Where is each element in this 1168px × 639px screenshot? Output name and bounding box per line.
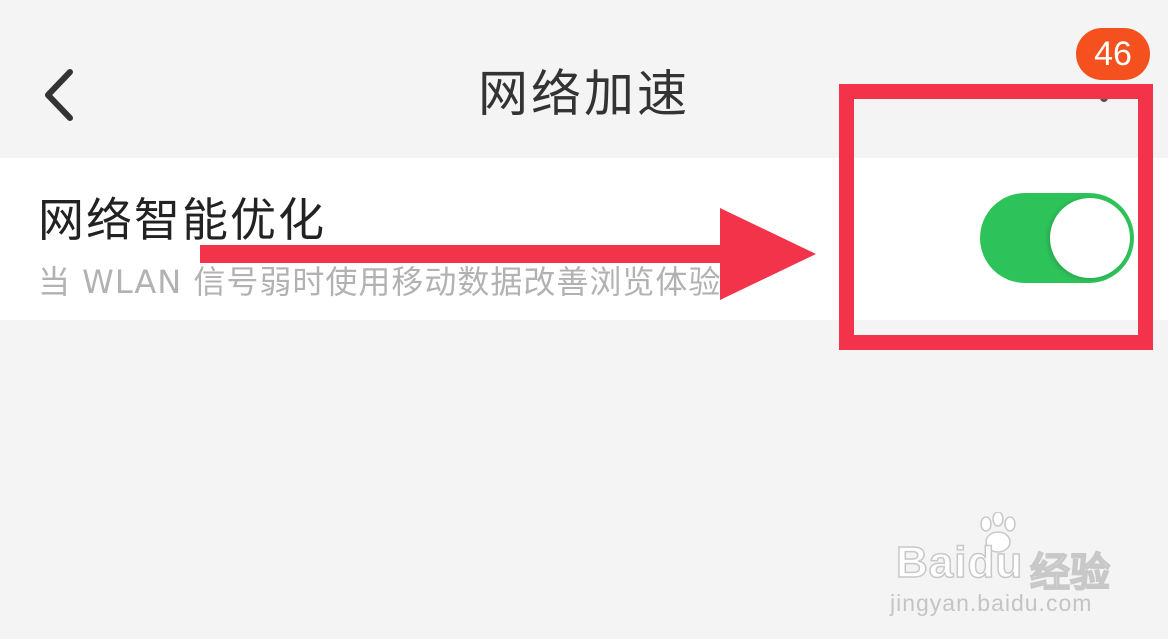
page-title: 网络加速 — [478, 65, 690, 123]
watermark-product: 经验 — [1029, 549, 1111, 597]
watermark-url: jingyan.baidu.com — [890, 590, 1093, 616]
toggle-knob — [1050, 198, 1130, 278]
network-optimization-toggle[interactable] — [980, 193, 1134, 283]
setting-title: 网络智能优化 — [38, 193, 326, 247]
notification-badge: 46 — [1076, 28, 1150, 80]
setting-description: 当 WLAN 信号弱时使用移动数据改善浏览体验。 — [38, 263, 755, 301]
top-bar: 网络加速 46 — [0, 0, 1168, 158]
more-dot-icon[interactable] — [1100, 94, 1108, 102]
watermark-brand: Baidu — [895, 537, 1024, 588]
baidu-paw-icon — [980, 512, 1016, 553]
baidu-jingyan-watermark: Baidu 经验 jingyan.baidu.com — [890, 512, 1130, 622]
